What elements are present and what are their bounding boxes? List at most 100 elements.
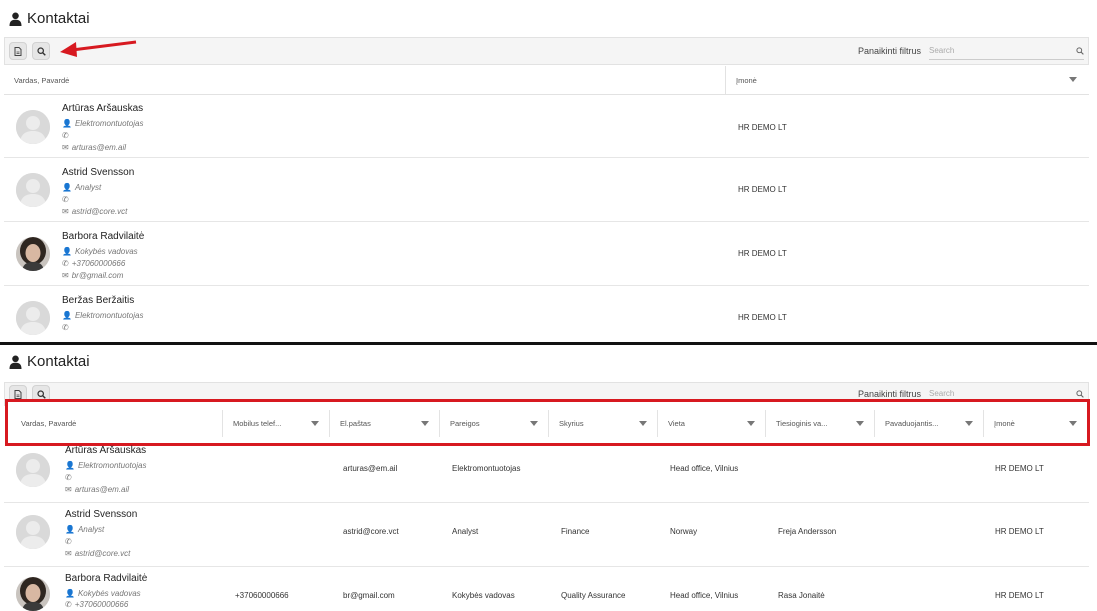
user-icon: 👤 [62,183,72,192]
clear-filters-link[interactable]: Panaikinti filtrus [858,389,921,399]
table-row[interactable]: Barbora Radvilaitė 👤 Kokybės vadovas ✆ +37… [4,567,1089,611]
contact-name[interactable]: Barbora Radvilaitė [62,231,144,242]
person-icon [9,12,22,26]
position-cell: Elektromontuotojas [452,464,521,473]
contact-name[interactable]: Astrid Svensson [65,509,137,520]
mail-icon: ✉ [65,549,72,558]
export-button[interactable] [9,42,27,60]
filter-icon[interactable] [1069,77,1077,82]
contact-email: ✉ arturas@em.ail [65,485,129,494]
company-cell: HR DEMO LT [738,123,787,132]
filter-icon[interactable] [965,420,973,426]
location-cell: Norway [670,527,698,536]
table-row[interactable]: Artūras Aršauskas 👤 Elektromontuotojas ✆ … [4,445,1089,503]
filter-icon[interactable] [747,420,755,426]
contact-phone: ✆ [62,195,72,204]
table-row[interactable]: Barbora Radvilaitė 👤 Kokybės vadovas ✆ +37… [4,222,1089,286]
user-icon: 👤 [65,525,75,534]
document-icon [14,46,22,56]
column-header-mobile[interactable]: Mobilus telef... [223,410,330,437]
user-icon: 👤 [62,311,72,320]
manager-cell: Rasa Jonaitė [778,591,825,600]
mail-icon: ✉ [62,271,69,280]
column-header-department[interactable]: Skyrius [549,410,658,437]
contact-phone: ✆ [62,131,72,140]
filter-icon[interactable] [421,420,429,426]
contact-name[interactable]: Artūras Aršauskas [65,445,146,456]
column-header-deputy[interactable]: Pavaduojantis... [875,410,984,437]
filter-icon[interactable] [856,420,864,426]
red-arrow-annotation [60,40,137,57]
email-text[interactable]: astrid@core.vct [75,549,131,558]
column-header-manager[interactable]: Tiesioginis va... [766,410,875,437]
column-header-row: Vardas, Pavardė Įmonė [4,66,1089,95]
search-input[interactable] [929,46,1059,55]
contact-position: 👤 Analyst [62,183,101,192]
department-cell: Finance [561,527,590,536]
contact-email: ✉ astrid@core.vct [65,549,130,558]
mail-icon: ✉ [65,485,72,494]
email-text[interactable]: arturas@em.ail [75,485,129,494]
column-filter-row-highlighted: Vardas, Pavardė Mobilus telef... El.pašt… [5,399,1090,446]
contact-email: ✉ astrid@core.vct [62,207,127,216]
table-row[interactable]: Astrid Svensson 👤 Analyst ✆ ✉ astrid@core.… [4,158,1089,222]
avatar-photo [16,577,50,611]
filter-icon[interactable] [530,420,538,426]
table-row[interactable]: Beržas Beržaitis 👤 Elektromontuotojas ✆ H… [4,286,1089,343]
column-search-button[interactable] [32,42,50,60]
clear-filters-link[interactable]: Panaikinti filtrus [858,46,921,56]
contact-name[interactable]: Beržas Beržaitis [62,295,134,306]
company-cell: HR DEMO LT [738,249,787,258]
contacts-panel-collapsed: Kontaktai Panaikinti filtrus Vardas, Pav… [0,0,1097,343]
filter-icon[interactable] [311,420,319,426]
contact-phone: ✆ +37060000666 [65,600,128,609]
email-text[interactable]: br@gmail.com [72,271,124,280]
position-text: Elektromontuotojas [74,311,144,320]
column-header-position[interactable]: Pareigos [440,410,549,437]
company-cell: HR DEMO LT [738,313,787,322]
email-cell[interactable]: arturas@em.ail [343,464,397,473]
email-cell[interactable]: astrid@core.vct [343,527,399,536]
zoom-icon [36,389,46,399]
phone-icon: ✆ [65,537,72,546]
avatar-placeholder [16,515,50,549]
phone-icon: ✆ [62,195,69,204]
column-header-company[interactable]: Įmonė [984,410,1087,437]
column-header-name[interactable]: Vardas, Pavardė [11,410,223,437]
column-header-email[interactable]: El.paštas [330,410,440,437]
email-text[interactable]: arturas@em.ail [72,143,126,152]
contact-name[interactable]: Artūras Aršauskas [62,103,143,114]
page-title-text: Kontaktai [27,10,90,27]
company-cell: HR DEMO LT [738,185,787,194]
mail-icon: ✉ [62,207,69,216]
search-icon[interactable] [1076,42,1084,60]
page-title: Kontaktai [9,10,90,27]
email-cell[interactable]: br@gmail.com [343,591,395,600]
table-row[interactable]: Astrid Svensson 👤 Analyst ✆ ✉ astrid@core.… [4,503,1089,567]
filter-icon[interactable] [639,420,647,426]
column-header-company[interactable]: Įmonė [726,66,1089,94]
contact-phone: ✆ [65,537,75,546]
column-header-location[interactable]: Vieta [658,410,766,437]
column-header-label: Pavaduojantis... [885,419,939,428]
table-row[interactable]: Artūras Aršauskas 👤 Elektromontuotojas ✆ … [4,96,1089,158]
avatar-placeholder [16,301,50,335]
user-icon: 👤 [65,461,75,470]
company-cell: HR DEMO LT [995,527,1044,536]
column-header-name[interactable]: Vardas, Pavardė [4,66,726,94]
contact-name[interactable]: Barbora Radvilaitė [65,573,147,584]
page-title: Kontaktai [9,353,90,370]
contact-position: 👤 Elektromontuotojas [62,119,143,128]
filter-icon[interactable] [1069,420,1077,426]
avatar-photo [16,237,50,271]
location-cell: Head office, Vilnius [670,464,739,473]
column-header-label: Skyrius [559,419,584,428]
contact-name[interactable]: Astrid Svensson [62,167,134,178]
position-text: Elektromontuotojas [74,119,144,128]
search-input[interactable] [929,389,1059,398]
person-icon [9,355,22,369]
column-header-label: Pareigos [450,419,480,428]
position-cell: Kokybės vadovas [452,591,515,600]
company-cell: HR DEMO LT [995,464,1044,473]
email-text[interactable]: astrid@core.vct [72,207,128,216]
